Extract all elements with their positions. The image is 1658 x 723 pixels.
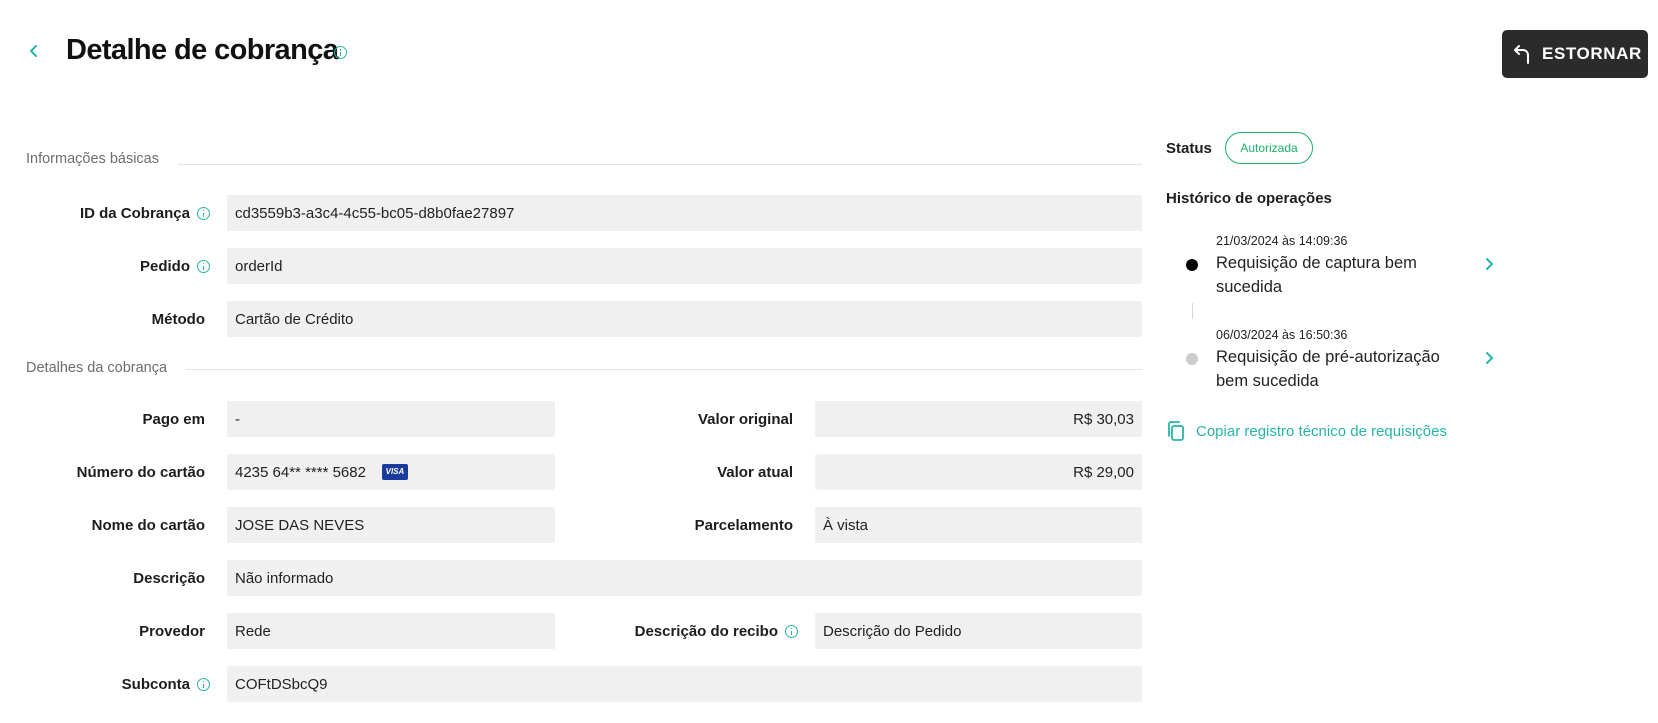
history-item[interactable]: 21/03/2024 às 14:09:36 Requisição de cap… — [1186, 232, 1506, 300]
page-title: Detalhe de cobrança — [66, 34, 339, 66]
history-item-description: Requisição de captura bem sucedida — [1216, 254, 1417, 296]
current-value-label: Valor atual — [717, 463, 793, 481]
card-number-text: 4235 64** **** 5682 — [235, 463, 366, 481]
installments-label: Parcelamento — [694, 516, 793, 534]
method-label: Método — [151, 310, 205, 328]
history-title: Histórico de operações — [1166, 190, 1332, 207]
receipt-description-field[interactable]: Descrição do Pedido — [815, 613, 1142, 649]
card-name-label: Nome do cartão — [91, 516, 205, 534]
original-value-label: Valor original — [697, 410, 793, 428]
page-header: Detalhe de cobrança ESTORNAR — [0, 0, 1658, 110]
card-number-field[interactable]: 4235 64** **** 5682 VISA — [227, 454, 555, 490]
visa-icon: VISA — [381, 464, 408, 480]
receipt-description-label-text: Descrição do recibo — [634, 622, 778, 640]
section-title-details: Detalhes da cobrança — [26, 360, 168, 376]
charge-id-label-text: ID da Cobrança — [79, 204, 190, 222]
chevron-right-icon — [1486, 258, 1493, 270]
copy-log-link[interactable]: Copiar registro técnico de requisições — [1166, 420, 1447, 442]
history-item[interactable]: 06/03/2024 às 16:50:36 Requisição de pré… — [1186, 326, 1506, 394]
current-value-field[interactable]: R$ 29,00 — [815, 454, 1142, 490]
history-item-description: Requisição de pré-autorização bem sucedi… — [1216, 348, 1440, 390]
chevron-left-icon — [30, 45, 37, 57]
refund-button[interactable]: ESTORNAR — [1502, 30, 1648, 78]
charge-id-field[interactable]: cd3559b3-a3c4-4c55-bc05-d8b0fae27897 — [227, 195, 1142, 231]
refund-button-label: ESTORNAR — [1542, 44, 1642, 63]
subaccount-field[interactable]: COFtDSbcQ9 — [227, 666, 1142, 702]
subaccount-label-text: Subconta — [121, 675, 190, 693]
section-divider — [186, 369, 1142, 370]
status-label: Status — [1166, 140, 1212, 157]
info-icon[interactable] — [334, 46, 347, 59]
order-label: Pedido — [40, 248, 210, 284]
info-icon[interactable] — [785, 624, 798, 638]
card-name-field[interactable]: JOSE DAS NEVES — [227, 507, 555, 543]
history-item-date: 21/03/2024 às 14:09:36 — [1216, 234, 1348, 248]
card-number-label: Número do cartão — [76, 463, 205, 481]
copy-icon — [1168, 421, 1184, 441]
info-icon[interactable] — [197, 259, 210, 273]
paid-at-field[interactable]: - — [227, 401, 555, 437]
original-value-field[interactable]: R$ 30,03 — [815, 401, 1142, 437]
back-button[interactable] — [28, 40, 44, 62]
charge-id-label: ID da Cobrança — [40, 195, 210, 231]
description-label: Descrição — [133, 569, 205, 587]
order-field[interactable]: orderId — [227, 248, 1142, 284]
paid-at-label: Pago em — [142, 410, 205, 428]
info-icon[interactable] — [197, 677, 210, 691]
timeline-connector — [1192, 303, 1193, 319]
chevron-right-icon — [1486, 352, 1493, 364]
provider-label: Provedor — [139, 622, 205, 640]
receipt-description-label: Descrição do recibo — [590, 613, 798, 649]
subaccount-label: Subconta — [40, 666, 210, 702]
timeline-dot — [1186, 259, 1198, 271]
status-badge: Autorizada — [1225, 132, 1313, 164]
section-title-basic: Informações básicas — [26, 151, 159, 167]
provider-field[interactable]: Rede — [227, 613, 555, 649]
section-divider — [178, 164, 1142, 165]
installments-field[interactable]: À vista — [815, 507, 1142, 543]
method-field[interactable]: Cartão de Crédito — [227, 301, 1142, 337]
order-label-text: Pedido — [139, 257, 190, 275]
undo-arrow-icon — [1514, 45, 1529, 64]
info-icon[interactable] — [197, 206, 210, 220]
description-field[interactable]: Não informado — [227, 560, 1142, 596]
history-item-date: 06/03/2024 às 16:50:36 — [1216, 328, 1348, 342]
timeline-dot — [1186, 353, 1198, 365]
copy-log-label: Copiar registro técnico de requisições — [1196, 422, 1447, 440]
